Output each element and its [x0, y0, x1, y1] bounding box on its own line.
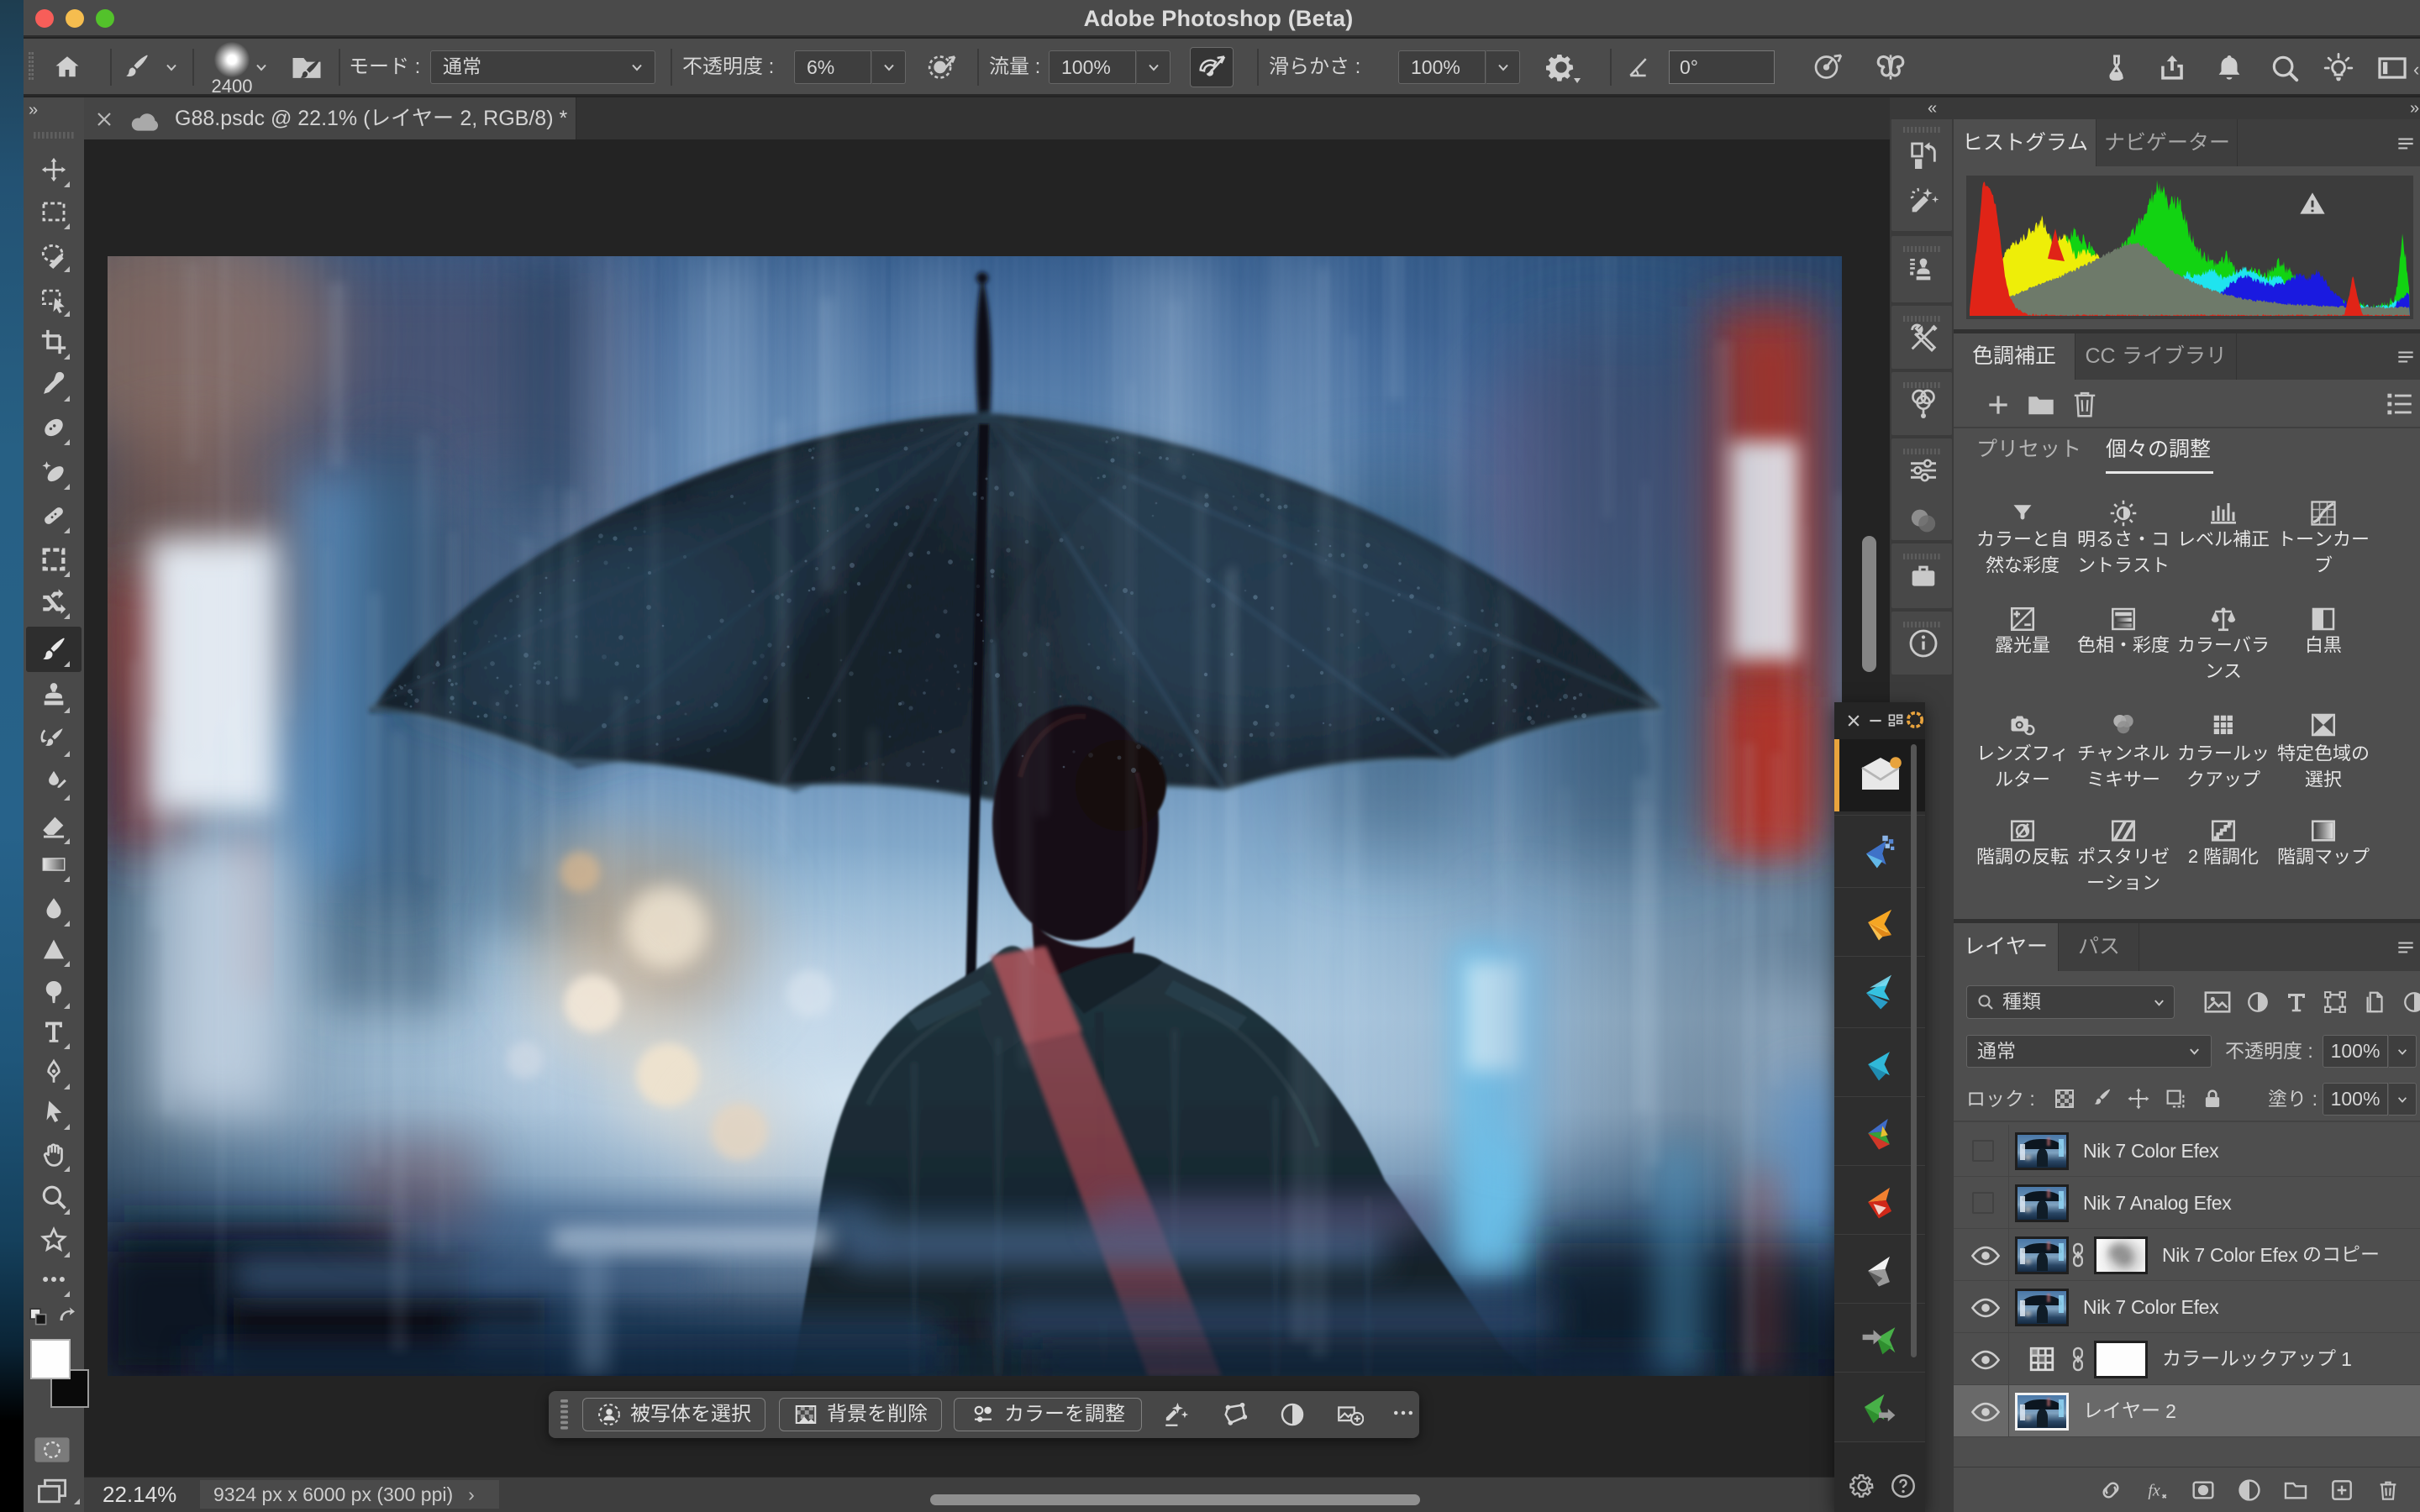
svg-text:fx: fx [2148, 1482, 2160, 1500]
